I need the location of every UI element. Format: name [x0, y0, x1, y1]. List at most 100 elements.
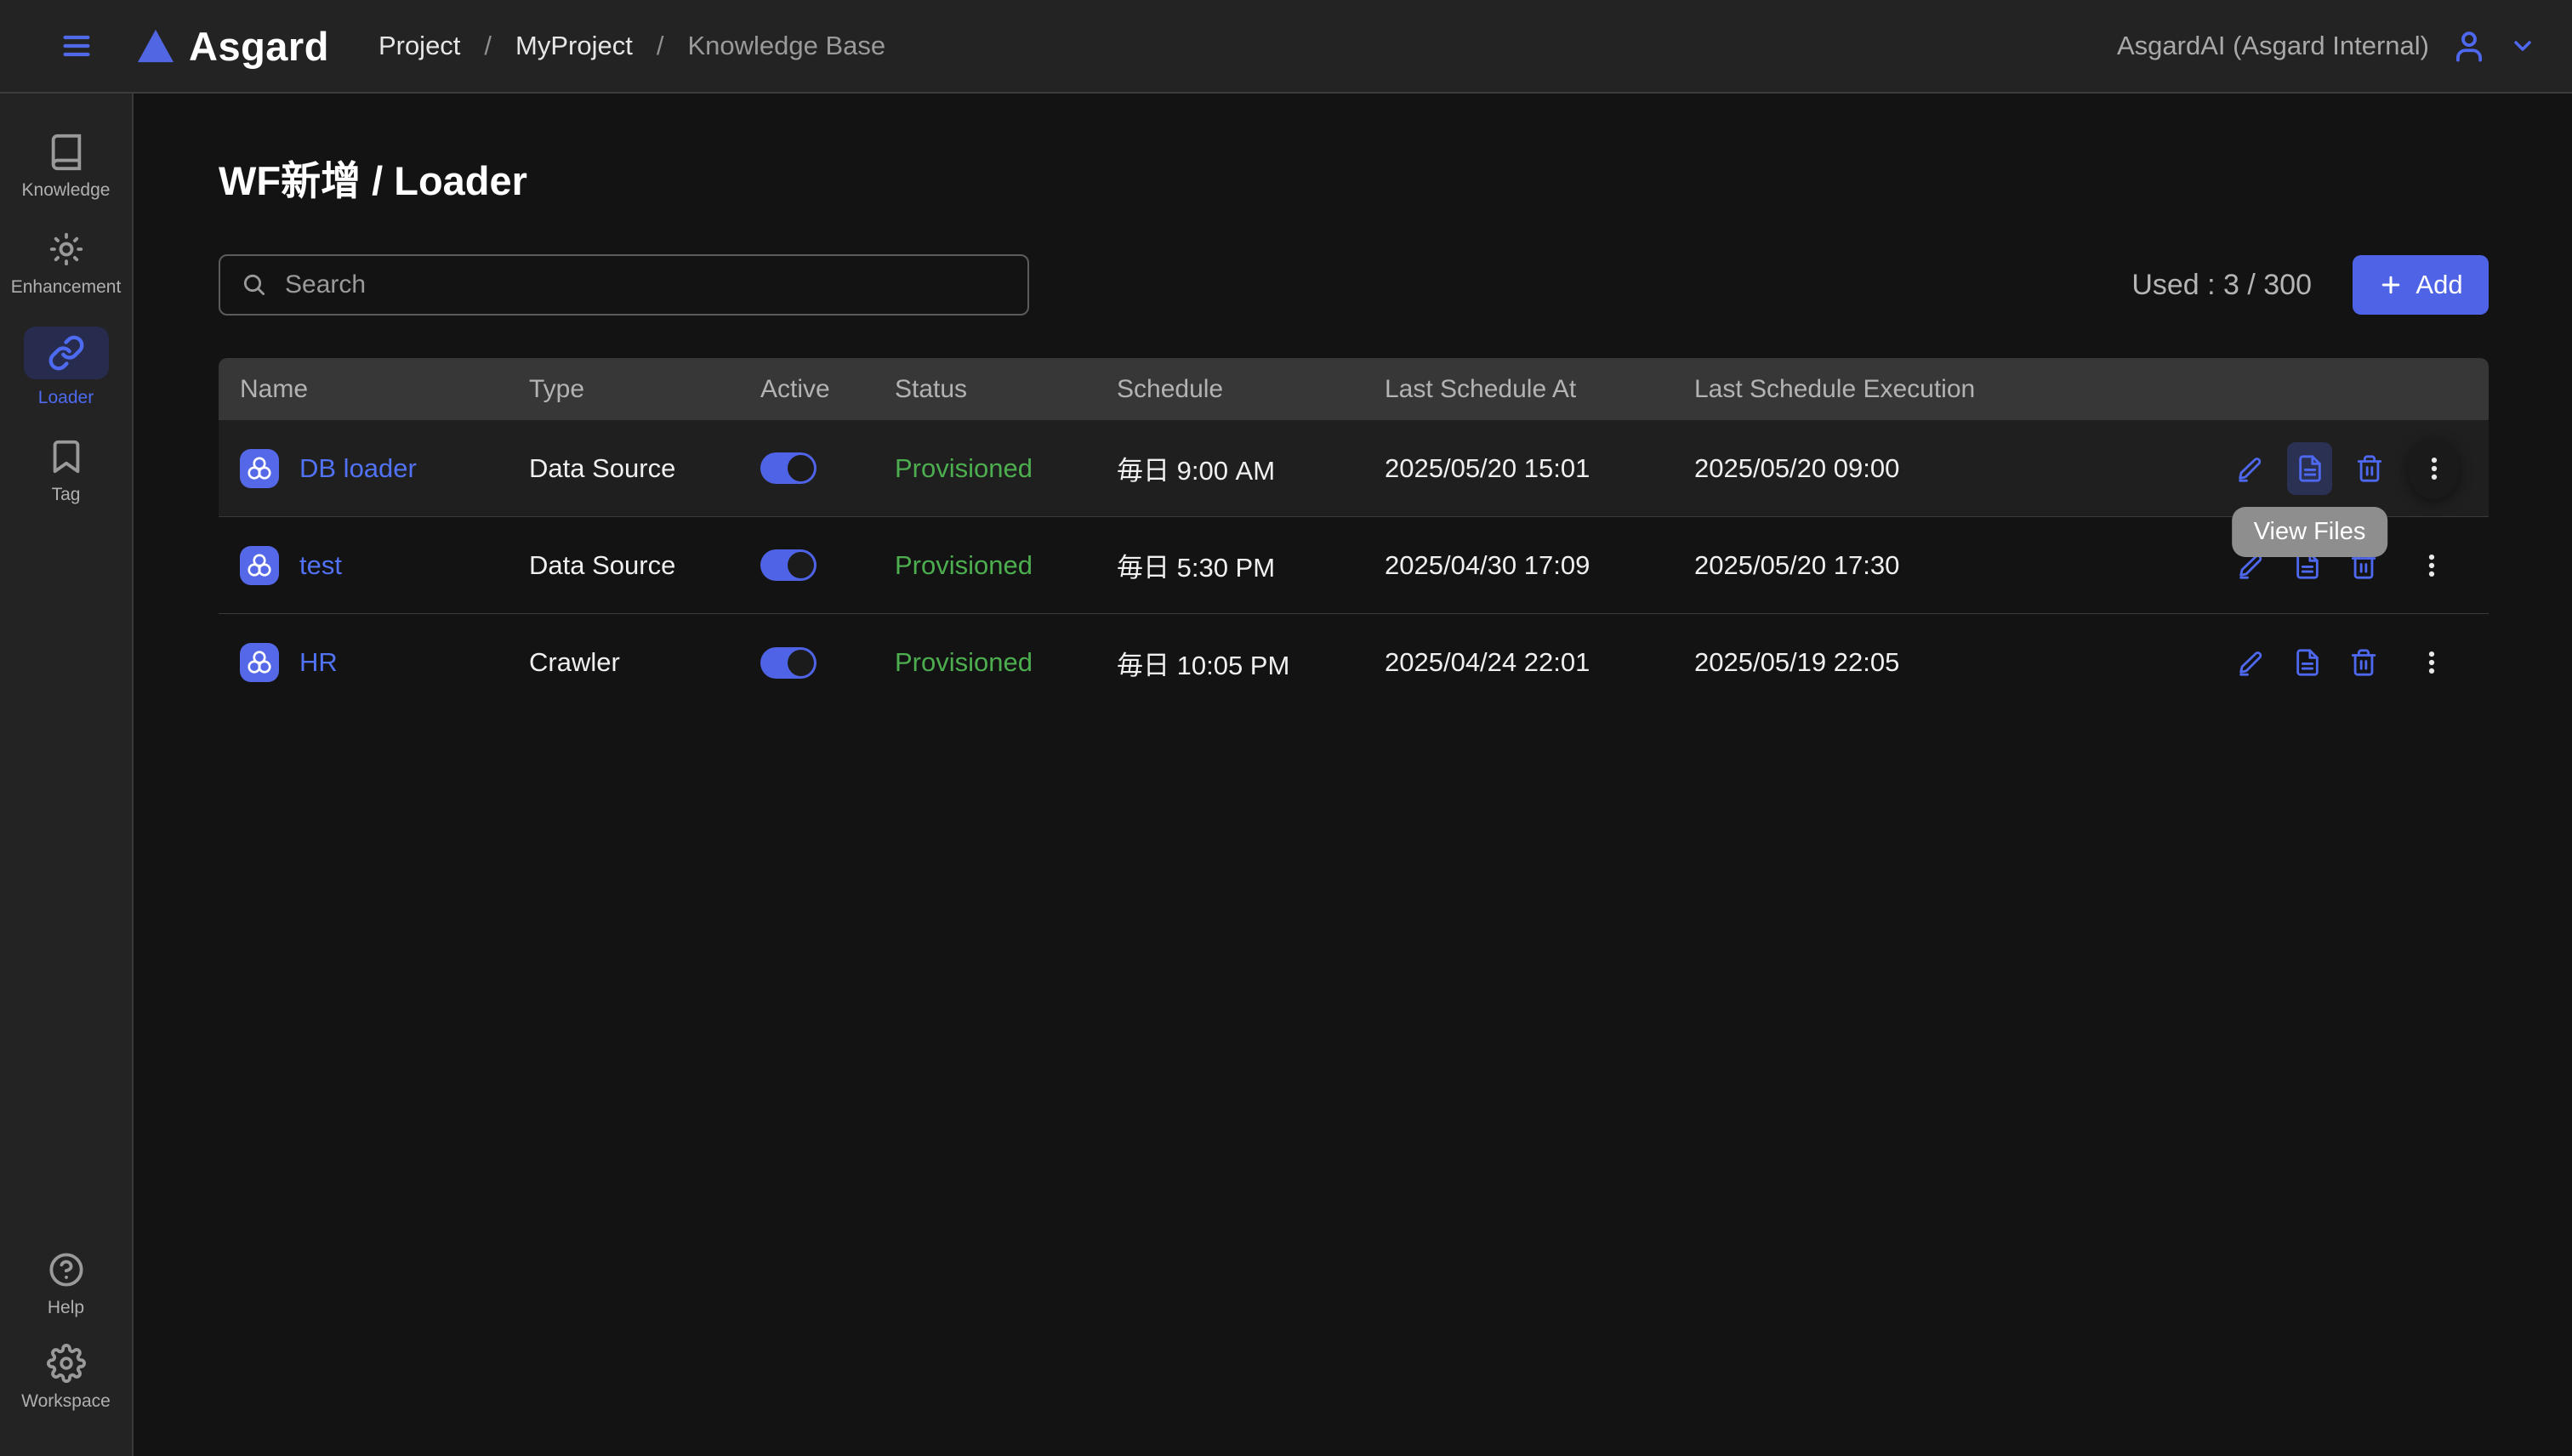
- app-root: Asgard Project / MyProject / Knowledge B…: [0, 0, 2572, 1456]
- plus-icon: [2378, 272, 2404, 298]
- loader-name-link[interactable]: test: [299, 550, 342, 581]
- user-icon[interactable]: [2451, 28, 2487, 64]
- add-button-label: Add: [2416, 270, 2462, 300]
- kebab-menu-icon[interactable]: [2413, 644, 2450, 681]
- loader-name-link[interactable]: DB loader: [299, 453, 417, 484]
- loader-name-cell: DB loader: [240, 449, 529, 488]
- schedule: 毎日 5:30 PM: [1117, 546, 1385, 584]
- table-row: test Data Source Provisioned 毎日 5:30 PM …: [219, 517, 2489, 614]
- add-button[interactable]: Add: [2353, 255, 2489, 315]
- sidebar-item-label: Loader: [38, 388, 94, 408]
- topbar-account-area: AsgardAI (Asgard Internal): [2117, 28, 2536, 64]
- sidebar-item-help[interactable]: Help: [0, 1250, 132, 1318]
- loader-type: Crawler: [529, 647, 760, 678]
- brand[interactable]: Asgard: [136, 23, 329, 70]
- breadcrumb-item-knowledge-base: Knowledge Base: [687, 31, 885, 61]
- loader-type-icon: [240, 546, 279, 585]
- column-header-schedule: Schedule: [1117, 375, 1385, 404]
- column-header-last-schedule-at: Last Schedule At: [1385, 375, 1694, 404]
- last-schedule-at: 2025/05/20 15:01: [1385, 453, 1694, 484]
- kebab-halo: [2408, 438, 2460, 499]
- last-schedule-execution: 2025/05/20 17:30: [1694, 550, 2233, 581]
- toggle-knob: [788, 650, 814, 676]
- loader-type-icon: [240, 449, 279, 488]
- help-icon: [47, 1250, 86, 1289]
- trash-icon[interactable]: [2347, 644, 2381, 681]
- row-actions: [2233, 614, 2489, 711]
- chevron-down-icon[interactable]: [2509, 32, 2536, 60]
- sidebar-item-label: Knowledge: [22, 180, 111, 201]
- toggle-knob: [788, 552, 814, 578]
- loader-active-tile: [24, 327, 109, 379]
- table-header: Name Type Active Status Schedule Last Sc…: [219, 358, 2489, 420]
- sidebar-item-tag[interactable]: Tag: [0, 437, 132, 505]
- controls-row: Used : 3 / 300 Add: [219, 254, 2489, 316]
- breadcrumb: Project / MyProject / Knowledge Base: [378, 31, 885, 61]
- sidebar-item-knowledge[interactable]: Knowledge: [0, 133, 132, 201]
- menu-icon[interactable]: [56, 27, 97, 65]
- trash-icon[interactable]: [2354, 450, 2386, 487]
- sidebar-item-label: Help: [48, 1298, 84, 1318]
- column-header-name: Name: [240, 375, 529, 404]
- status-badge: Provisioned: [895, 647, 1117, 678]
- search-input[interactable]: [283, 270, 1007, 300]
- status-badge: Provisioned: [895, 453, 1117, 484]
- breadcrumb-separator: /: [657, 31, 664, 61]
- breadcrumb-item-project[interactable]: Project: [378, 31, 460, 61]
- bookmark-icon: [47, 437, 86, 476]
- file-icon[interactable]: View Files: [2287, 442, 2332, 495]
- sidebar-item-label: Tag: [52, 485, 81, 505]
- search-box[interactable]: [219, 254, 1029, 316]
- column-header-active: Active: [760, 375, 895, 404]
- file-icon[interactable]: [2290, 644, 2325, 681]
- sidebar-item-label: Workspace: [21, 1391, 111, 1412]
- column-header-last-schedule-execution: Last Schedule Execution: [1694, 375, 2233, 404]
- last-schedule-execution: 2025/05/20 09:00: [1694, 453, 2233, 484]
- loader-type-icon: [240, 643, 279, 682]
- kebab-menu-icon[interactable]: [2416, 450, 2453, 487]
- loader-name-link[interactable]: HR: [299, 647, 338, 678]
- search-icon: [241, 271, 268, 299]
- toggle-knob: [788, 455, 814, 481]
- sidebar-item-label: Enhancement: [11, 277, 122, 298]
- sun-icon: [47, 230, 86, 269]
- active-toggle[interactable]: [760, 647, 817, 679]
- breadcrumb-separator: /: [484, 31, 492, 61]
- last-schedule-at: 2025/04/30 17:09: [1385, 550, 1694, 581]
- view-files-tooltip: View Files: [2232, 507, 2388, 557]
- loader-name-cell: HR: [240, 643, 529, 682]
- topbar: Asgard Project / MyProject / Knowledge B…: [0, 0, 2572, 94]
- table-row: HR Crawler Provisioned 毎日 10:05 PM 2025/…: [219, 614, 2489, 711]
- row-actions: View Files: [2233, 420, 2489, 516]
- sidebar: Knowledge Enhancement Loader: [0, 94, 134, 1456]
- schedule: 毎日 10:05 PM: [1117, 644, 1385, 682]
- column-header-status: Status: [895, 375, 1117, 404]
- layout: Knowledge Enhancement Loader: [0, 94, 2572, 1456]
- loader-type: Data Source: [529, 453, 760, 484]
- loader-type: Data Source: [529, 550, 760, 581]
- page-title: WF新增 / Loader: [219, 148, 2489, 207]
- schedule: 毎日 9:00 AM: [1117, 449, 1385, 487]
- pencil-icon[interactable]: [2233, 450, 2265, 487]
- main-content: WF新增 / Loader Used : 3 / 300 Add: [134, 94, 2572, 1456]
- loader-name-cell: test: [240, 546, 529, 585]
- last-schedule-execution: 2025/05/19 22:05: [1694, 647, 2233, 678]
- kebab-menu-icon[interactable]: [2413, 547, 2450, 584]
- last-schedule-at: 2025/04/24 22:01: [1385, 647, 1694, 678]
- column-header-type: Type: [529, 375, 760, 404]
- gear-icon: [47, 1344, 86, 1383]
- table-row: DB loader Data Source Provisioned 毎日 9:0…: [219, 420, 2489, 517]
- brand-name: Asgard: [189, 23, 329, 70]
- account-name: AsgardAI (Asgard Internal): [2117, 31, 2429, 61]
- sidebar-item-workspace[interactable]: Workspace: [0, 1344, 132, 1412]
- active-toggle[interactable]: [760, 452, 817, 484]
- asgard-logo-icon: [136, 28, 175, 64]
- active-toggle[interactable]: [760, 549, 817, 581]
- pencil-icon[interactable]: [2233, 644, 2268, 681]
- sidebar-item-loader[interactable]: Loader: [0, 327, 132, 408]
- status-badge: Provisioned: [895, 550, 1117, 581]
- usage-counter: Used : 3 / 300: [2131, 269, 2312, 302]
- sidebar-item-enhancement[interactable]: Enhancement: [0, 230, 132, 298]
- link-icon: [48, 334, 85, 372]
- breadcrumb-item-myproject[interactable]: MyProject: [515, 31, 633, 61]
